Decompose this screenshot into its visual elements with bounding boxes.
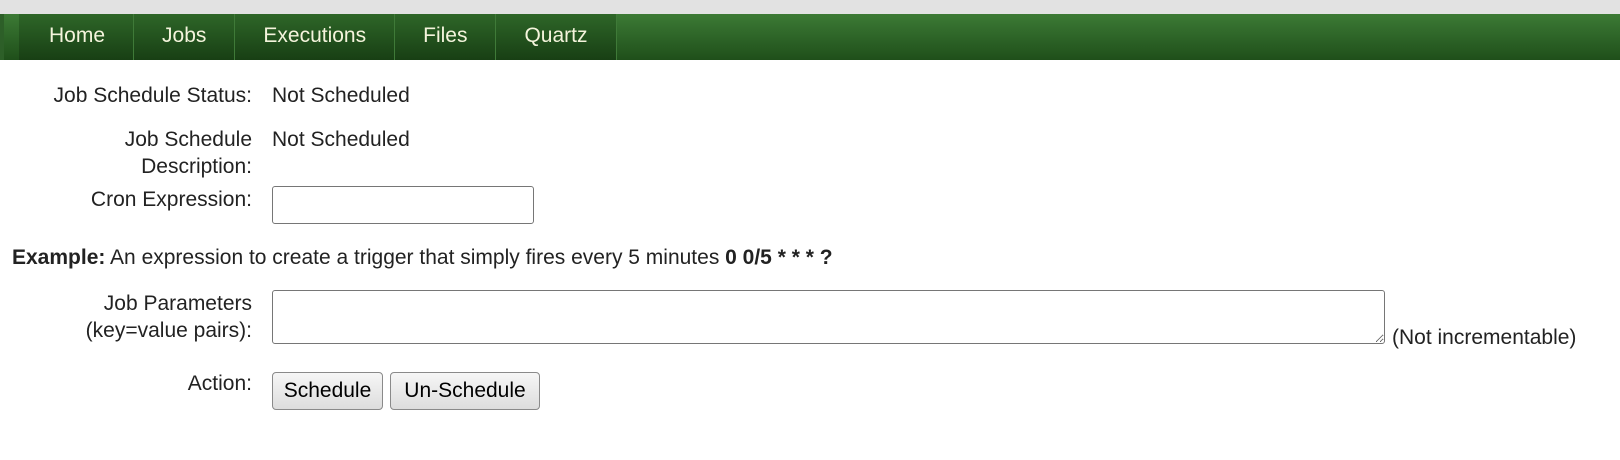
- schedule-description-label: Job Schedule Description:: [12, 126, 252, 180]
- schedule-status-value: Not Scheduled: [272, 84, 410, 107]
- nav-item-files[interactable]: Files: [395, 14, 497, 60]
- schedule-description-label-line2: Description:: [141, 155, 252, 178]
- nav-item-jobs[interactable]: Jobs: [134, 14, 236, 60]
- cron-expression-label: Cron Expression:: [90, 188, 252, 211]
- action-label: Action:: [187, 372, 252, 395]
- example-description: An expression to create a trigger that s…: [105, 246, 726, 269]
- example-expression: 0 0/5 * * * ?: [725, 246, 833, 269]
- example-label: Example:: [12, 246, 106, 269]
- schedule-status-label: Job Schedule Status:: [53, 84, 252, 107]
- nav-item-quartz[interactable]: Quartz: [496, 14, 617, 60]
- unschedule-button[interactable]: Un-Schedule: [390, 372, 540, 410]
- nav-item-home[interactable]: Home: [19, 14, 135, 60]
- cron-example-text: Example: An expression to create a trigg…: [12, 244, 833, 271]
- schedule-description-value: Not Scheduled: [272, 128, 410, 151]
- job-parameters-label-line2: (key=value pairs):: [85, 319, 252, 342]
- nav-item-executions[interactable]: Executions: [235, 14, 396, 60]
- main-navbar: Home Jobs Executions Files Quartz: [0, 14, 1620, 60]
- browser-top-strip: [0, 0, 1620, 14]
- schedule-button[interactable]: Schedule: [272, 372, 383, 410]
- job-parameters-textarea[interactable]: [272, 290, 1385, 344]
- not-incrementable-note: (Not incrementable): [1392, 326, 1577, 349]
- schedule-description-label-line1: Job Schedule: [124, 128, 252, 151]
- nav-items: Home Jobs Executions Files Quartz: [19, 14, 617, 60]
- cron-expression-input[interactable]: [272, 186, 534, 224]
- job-parameters-label-line1: Job Parameters: [103, 292, 252, 315]
- job-parameters-label: Job Parameters (key=value pairs):: [12, 290, 252, 344]
